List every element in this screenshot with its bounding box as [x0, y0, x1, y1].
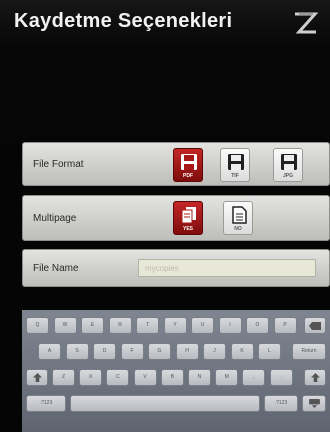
page-title: Kaydetme Seçenekleri	[14, 10, 233, 32]
hide-keyboard-key[interactable]	[302, 395, 326, 412]
key-q[interactable]: Q	[26, 317, 49, 334]
multipage-no-button[interactable]: NO	[223, 201, 253, 235]
key-o[interactable]: O	[246, 317, 269, 334]
key-v[interactable]: V	[133, 369, 157, 386]
key-x[interactable]: X	[79, 369, 103, 386]
format-pdf-label: PDF	[183, 173, 193, 179]
return-key-label: Return	[301, 348, 317, 354]
backspace-icon	[309, 322, 321, 330]
return-key[interactable]: Return	[292, 343, 326, 360]
key-m[interactable]: M	[215, 369, 239, 386]
key-z[interactable]: Z	[52, 369, 75, 386]
shift-key-right[interactable]	[304, 369, 326, 386]
save-options-screen: Kaydetme Seçenekleri File Format PDF TIF	[0, 0, 330, 432]
key-k[interactable]: K	[230, 343, 254, 360]
format-jpg-label: JPG	[282, 173, 293, 179]
empty-area	[0, 46, 330, 142]
save-disk-icon	[228, 154, 244, 170]
key-e[interactable]: E	[81, 317, 104, 334]
file-name-input[interactable]: mycopies	[138, 259, 316, 277]
single-page-icon	[232, 206, 247, 224]
format-tif-button[interactable]: TIF	[220, 148, 250, 182]
save-disk-icon	[281, 154, 297, 170]
multipage-yes-button[interactable]: YES	[173, 201, 203, 235]
format-tif-label: TIF	[231, 173, 239, 179]
multipage-label: Multipage	[33, 213, 77, 224]
file-name-placeholder: mycopies	[145, 264, 179, 273]
file-name-row: File Name mycopies	[22, 249, 330, 287]
file-name-label: File Name	[33, 263, 79, 274]
key-p[interactable]: P	[273, 317, 297, 334]
on-screen-keyboard: QWERTYUIOP ASDFGHJKL Return ZXCVBNM,. .?…	[22, 310, 330, 432]
multi-page-icon	[181, 207, 196, 224]
key-n[interactable]: N	[188, 369, 211, 386]
key-g[interactable]: G	[148, 343, 171, 360]
key-t[interactable]: T	[136, 317, 159, 334]
symbols-key-left[interactable]: .?123	[26, 395, 66, 412]
symbols-key-right-label: .?123	[274, 400, 288, 406]
key-h[interactable]: H	[175, 343, 199, 360]
format-jpg-button[interactable]: JPG	[273, 148, 303, 182]
shift-icon	[32, 373, 42, 382]
key-c[interactable]: C	[106, 369, 130, 386]
key-i[interactable]: I	[218, 317, 242, 334]
key-period[interactable]: .	[269, 369, 293, 386]
format-pdf-button[interactable]: PDF	[173, 148, 203, 182]
shift-icon	[310, 373, 320, 382]
symbols-key-label: .?123	[39, 400, 53, 406]
key-y[interactable]: Y	[163, 317, 187, 334]
key-d[interactable]: D	[93, 343, 116, 360]
file-format-label: File Format	[33, 159, 84, 170]
key-comma[interactable]: ,	[242, 369, 266, 386]
multipage-yes-label: YES	[182, 226, 193, 232]
symbols-key-right[interactable]: .?123	[264, 395, 298, 412]
z-logo-icon	[295, 12, 319, 34]
save-disk-icon	[181, 154, 197, 170]
header-bar: Kaydetme Seçenekleri	[0, 0, 330, 46]
space-bar[interactable]	[70, 395, 260, 412]
key-s[interactable]: S	[65, 343, 89, 360]
multipage-row: Multipage YES NO	[22, 195, 330, 241]
key-r[interactable]: R	[108, 317, 132, 334]
backspace-key[interactable]	[304, 317, 326, 334]
key-b[interactable]: B	[160, 369, 184, 386]
key-f[interactable]: F	[120, 343, 144, 360]
key-w[interactable]: W	[53, 317, 77, 334]
file-format-row: File Format PDF TIF JPG	[22, 142, 330, 186]
key-a[interactable]: A	[38, 343, 61, 360]
shift-key-left[interactable]	[26, 369, 48, 386]
key-l[interactable]: L	[258, 343, 281, 360]
multipage-no-label: NO	[234, 226, 242, 232]
key-u[interactable]: U	[191, 317, 214, 334]
keyboard-hide-icon	[308, 399, 320, 408]
key-j[interactable]: J	[203, 343, 226, 360]
